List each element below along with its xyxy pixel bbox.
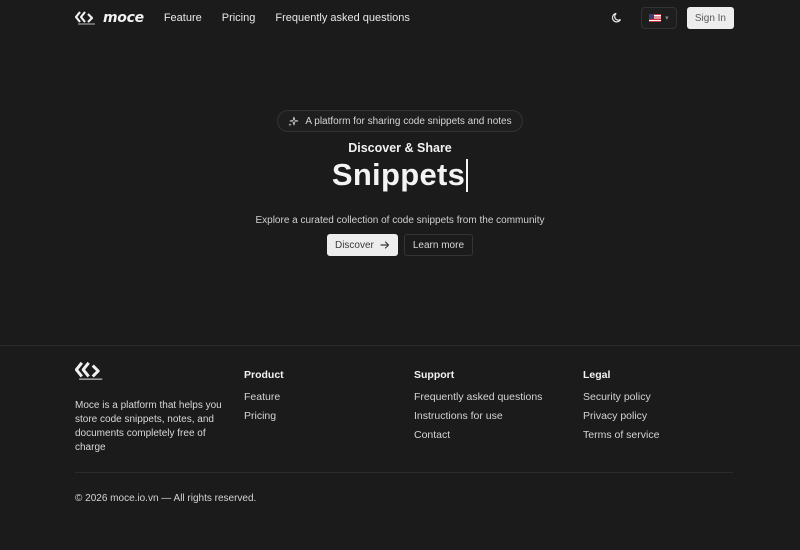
copyright-text: © 2026 moce.io.vn — All rights reserved.	[75, 493, 257, 504]
footer-columns: Moce is a platform that helps you store …	[74, 361, 735, 461]
footer-link-security[interactable]: Security policy	[583, 391, 659, 410]
moce-logo-icon	[75, 11, 97, 25]
nav-faq[interactable]: Frequently asked questions	[275, 12, 410, 24]
footer-link-contact[interactable]: Contact	[414, 429, 542, 448]
footer-column-product: Product Feature Pricing	[244, 361, 284, 429]
footer-link-faq[interactable]: Frequently asked questions	[414, 391, 542, 410]
tagline-pill: A platform for sharing code snippets and…	[277, 110, 523, 132]
hero-actions: Discover Learn more	[0, 234, 800, 256]
hero-title: Snippets	[331, 157, 469, 193]
chevron-down-icon: ▾	[665, 15, 669, 22]
theme-toggle-button[interactable]	[607, 8, 627, 28]
footer-link-pricing[interactable]: Pricing	[244, 410, 284, 429]
footer-column-support: Support Frequently asked questions Instr…	[414, 361, 542, 448]
us-flag-icon	[649, 14, 662, 22]
tagline-text: A platform for sharing code snippets and…	[305, 115, 512, 127]
typing-caret	[466, 158, 469, 192]
nav-pricing[interactable]: Pricing	[222, 12, 256, 24]
footer-divider	[75, 472, 733, 473]
footer-description: Moce is a platform that helps you store …	[75, 400, 222, 453]
footer-link-privacy[interactable]: Privacy policy	[583, 410, 659, 429]
main-nav: Feature Pricing Frequently asked questio…	[164, 12, 410, 24]
footer-brand: Moce is a platform that helps you store …	[74, 361, 225, 455]
hero-title-text: Snippets	[331, 157, 466, 192]
footer-heading-legal: Legal	[583, 369, 611, 381]
header-actions: ▾ Sign In	[607, 7, 734, 29]
nav-feature[interactable]: Feature	[164, 12, 202, 24]
discover-button[interactable]: Discover	[326, 234, 398, 256]
discover-label: Discover	[334, 239, 374, 251]
hero-subtitle: Discover & Share	[348, 141, 452, 155]
footer-column-legal: Legal Security policy Privacy policy Ter…	[583, 361, 659, 448]
footer-heading-support: Support	[414, 369, 455, 381]
brand-name: moce	[103, 10, 144, 26]
footer-link-feature[interactable]: Feature	[244, 391, 284, 410]
footer-link-instructions[interactable]: Instructions for use	[414, 410, 542, 429]
site-footer: Moce is a platform that helps you store …	[0, 345, 800, 550]
footer-heading-product: Product	[244, 369, 284, 381]
site-header: moce Feature Pricing Frequently asked qu…	[0, 0, 800, 36]
learn-more-button[interactable]: Learn more	[403, 234, 474, 256]
hero-description: Explore a curated collection of code sni…	[255, 215, 545, 226]
language-select[interactable]: ▾	[640, 7, 677, 29]
page: moce Feature Pricing Frequently asked qu…	[0, 0, 800, 550]
hero-section: A platform for sharing code snippets and…	[0, 110, 800, 256]
moce-logo-icon[interactable]	[74, 361, 105, 385]
moon-icon	[611, 12, 621, 23]
sign-in-button[interactable]: Sign In	[686, 7, 734, 29]
brand-link[interactable]: moce	[75, 10, 144, 26]
sparkles-icon	[288, 116, 299, 126]
arrow-right-icon	[380, 241, 389, 249]
footer-link-terms[interactable]: Terms of service	[583, 429, 659, 448]
